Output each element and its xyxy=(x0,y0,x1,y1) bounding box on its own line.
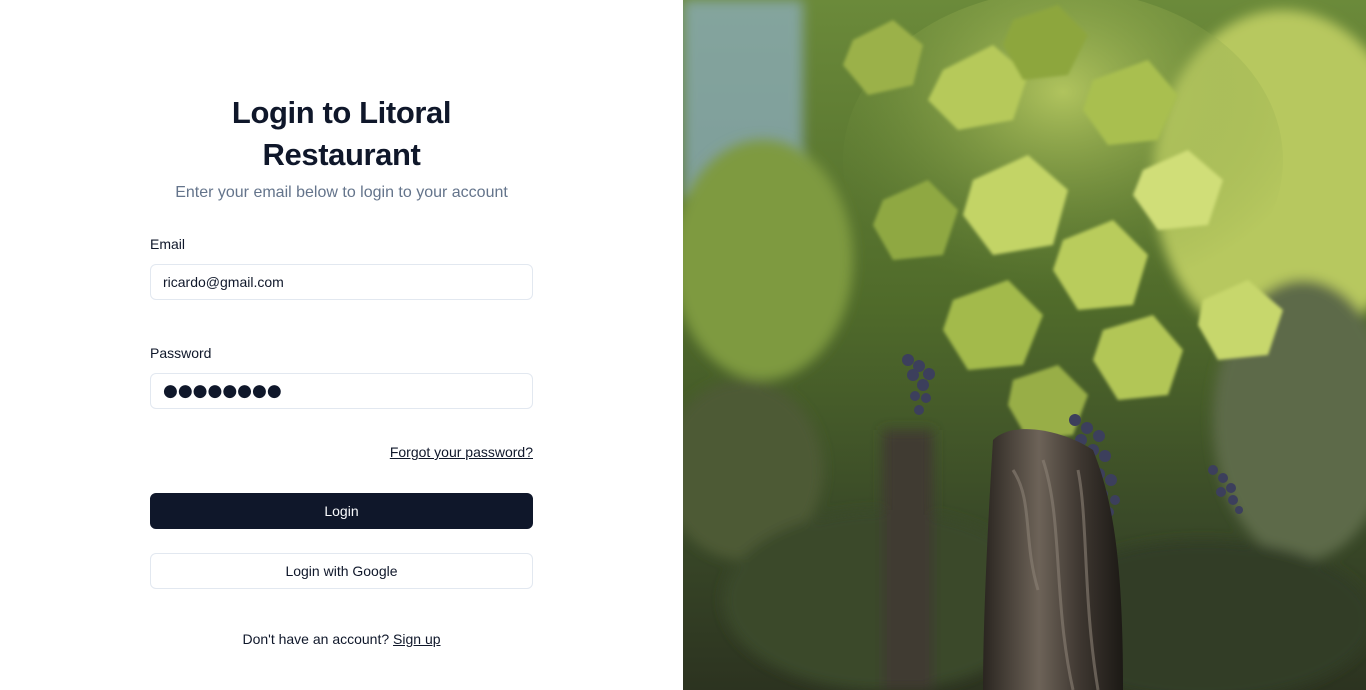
forgot-password-link[interactable]: Forgot your password? xyxy=(390,444,533,460)
login-with-google-button[interactable]: Login with Google xyxy=(150,553,533,589)
signup-link[interactable]: Sign up xyxy=(393,631,440,647)
password-label: Password xyxy=(150,345,212,361)
password-field[interactable]: ●●●●●●●● xyxy=(150,373,533,409)
login-form: Login to Litoral Restaurant Enter your e… xyxy=(150,92,533,647)
forgot-row: Forgot your password? xyxy=(150,444,533,460)
email-value: ricardo@gmail.com xyxy=(163,274,284,290)
login-button[interactable]: Login xyxy=(150,493,533,529)
signup-row: Don't have an account? Sign up xyxy=(150,631,533,647)
signup-prompt: Don't have an account? xyxy=(242,631,390,647)
vineyard-photo xyxy=(683,0,1366,690)
vineyard-image xyxy=(683,0,1366,690)
email-label: Email xyxy=(150,236,186,252)
login-page: Login to Litoral Restaurant Enter your e… xyxy=(0,0,1366,690)
password-value: ●●●●●●●● xyxy=(163,381,282,401)
page-subtitle: Enter your email below to login to your … xyxy=(175,184,508,201)
email-field[interactable]: ricardo@gmail.com xyxy=(150,264,533,300)
login-panel: Login to Litoral Restaurant Enter your e… xyxy=(0,0,683,690)
page-title: Login to Litoral Restaurant xyxy=(231,95,452,172)
